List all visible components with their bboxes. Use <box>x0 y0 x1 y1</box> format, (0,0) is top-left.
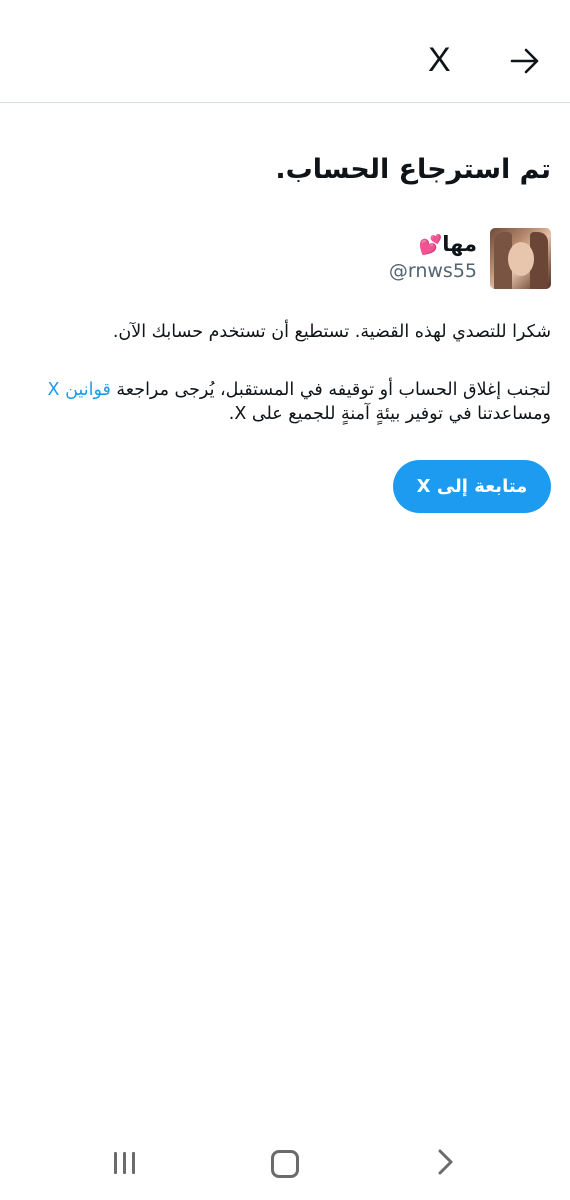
recent-apps-icon[interactable] <box>111 1150 139 1176</box>
avatar <box>490 228 551 289</box>
back-icon[interactable] <box>432 1148 458 1176</box>
arrow-right-icon[interactable] <box>508 44 542 78</box>
top-bar: X <box>0 0 570 103</box>
continue-to-x-button[interactable]: متابعة إلى X <box>393 460 551 513</box>
home-icon[interactable] <box>271 1150 299 1178</box>
rules-paragraph: لتجنب إغلاق الحساب أو توقيفه في المستقبل… <box>20 378 551 426</box>
account-handle: @rnws55 <box>388 260 477 282</box>
page-title: تم استرجاع الحساب. <box>275 154 551 185</box>
system-nav-bar <box>0 1130 570 1200</box>
rules-text-after: ومساعدتنا في توفير بيئةٍ آمنةٍ للجميع عل… <box>228 404 551 424</box>
thanks-paragraph: شكرا للتصدي لهذه القضية. تستطيع أن تستخد… <box>112 322 551 342</box>
display-name: مها💕 <box>300 230 477 259</box>
display-name-text: مها <box>442 232 477 256</box>
rules-text-before: لتجنب إغلاق الحساب أو توقيفه في المستقبل… <box>110 380 551 400</box>
x-rules-link[interactable]: قوانين X <box>48 380 111 400</box>
x-logo: X <box>428 41 451 79</box>
heart-emoji: 💕 <box>418 234 443 256</box>
